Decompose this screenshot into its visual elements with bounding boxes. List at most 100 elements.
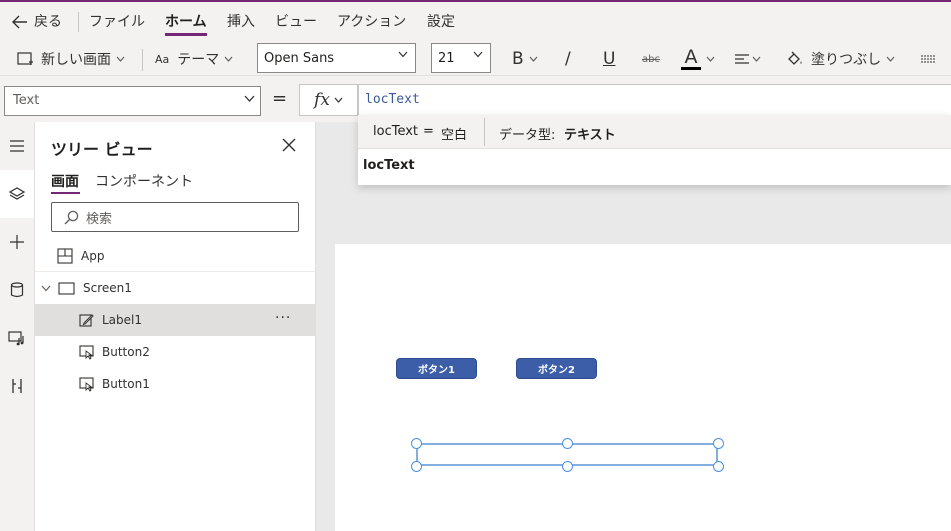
resize-handle-top-left[interactable] (411, 438, 422, 449)
hamburger-menu-button[interactable] (0, 122, 34, 170)
font-size-dropdown[interactable]: 21 (431, 43, 491, 73)
chevron-down-icon (706, 56, 715, 62)
resize-handle-bottom[interactable] (562, 461, 573, 472)
paint-bucket-icon (786, 51, 803, 67)
tree-item-label: Label1 (102, 313, 143, 327)
intellisense-popup: locText = 空白 データ型: テキスト locText (358, 115, 951, 185)
ribbon-toolbar: 新しい画面 Aa テーマ Open Sans 21 B / U abc A 塗り… (0, 42, 951, 76)
tab-components[interactable]: コンポーネント (95, 171, 193, 191)
app-button-2[interactable]: ボタン2 (516, 358, 597, 379)
back-label: 戻る (34, 14, 62, 30)
media-rail-button[interactable] (0, 314, 34, 362)
border-icon (920, 53, 936, 65)
font-color-button[interactable]: A (681, 42, 715, 76)
tree-item-label: App (81, 248, 105, 263)
theme-button[interactable]: Aa テーマ (155, 42, 233, 76)
menu-bar: 戻る ファイル ホーム 挿入 ビュー アクション 設定 (0, 0, 951, 42)
ribbon-divider (142, 49, 143, 71)
app-button-1[interactable]: ボタン1 (396, 358, 477, 379)
property-dropdown[interactable]: Text (4, 86, 261, 116)
tree-item-label: Button1 (102, 377, 150, 391)
search-input[interactable]: 検索 (51, 202, 299, 232)
underline-icon: U (603, 49, 616, 69)
fill-button[interactable]: 塗りつぶし (786, 42, 895, 76)
tab-screens[interactable]: 画面 (51, 171, 79, 191)
app-icon (57, 247, 73, 264)
close-icon (282, 138, 296, 152)
screen-icon (58, 281, 75, 295)
search-icon (64, 210, 79, 225)
left-rail (0, 122, 35, 531)
active-tab-indicator (165, 33, 207, 36)
chevron-down-icon (752, 56, 761, 62)
chevron-down-icon (398, 51, 408, 58)
property-value: Text (13, 93, 40, 108)
menu-view[interactable]: ビュー (275, 2, 317, 42)
resize-handle-top[interactable] (562, 438, 573, 449)
theme-icon: Aa (155, 52, 170, 66)
menu-insert[interactable]: 挿入 (227, 2, 255, 42)
font-family-dropdown[interactable]: Open Sans (257, 43, 416, 73)
result-variable: locText (373, 124, 419, 139)
data-rail-button[interactable] (0, 266, 34, 314)
advanced-tools-rail-button[interactable] (0, 362, 34, 410)
layers-icon (9, 186, 25, 202)
chevron-down-icon (886, 56, 895, 62)
menu-action[interactable]: アクション (337, 2, 406, 42)
fx-icon: fx (314, 90, 330, 110)
chevron-down-icon (244, 95, 255, 102)
fx-button[interactable]: fx (299, 84, 358, 116)
new-screen-label: 新しい画面 (41, 52, 111, 68)
data-type-label: データ型: (499, 128, 556, 143)
suggestion-item[interactable]: locText (363, 158, 415, 173)
menu-file[interactable]: ファイル (89, 2, 145, 42)
resize-handle-bottom-right[interactable] (713, 461, 724, 472)
button-icon (79, 344, 94, 360)
insert-rail-button[interactable] (0, 218, 34, 266)
bold-icon: B (512, 49, 524, 69)
tree-item-screen1[interactable]: Screen1 (35, 272, 315, 304)
data-type-value: テキスト (564, 128, 616, 143)
chevron-down-icon (529, 56, 538, 62)
plus-icon (9, 234, 25, 250)
tree-view-rail-button[interactable] (0, 170, 34, 218)
result-divider (484, 118, 485, 146)
label-edit-icon (79, 313, 94, 328)
chevron-down-icon (473, 51, 483, 58)
formula-text: locText (365, 92, 420, 107)
tree-view-title: ツリー ビュー (51, 140, 153, 159)
menu-home[interactable]: ホーム (165, 2, 207, 42)
fill-label: 塗りつぶし (811, 52, 882, 68)
screen-canvas[interactable] (335, 244, 951, 531)
font-color-icon: A (684, 46, 698, 68)
back-button[interactable]: 戻る (12, 2, 62, 42)
tree-view-panel: ツリー ビュー 画面 コンポーネント 検索 App Screen1 Label1 (35, 122, 316, 531)
tree-item-label: Screen1 (83, 281, 132, 295)
strikethrough-icon: abc (642, 53, 660, 65)
text-align-button[interactable] (734, 42, 761, 76)
tools-icon (10, 378, 24, 394)
close-button[interactable] (282, 138, 296, 152)
border-button[interactable] (920, 42, 936, 76)
resize-handle-bottom-left[interactable] (411, 461, 422, 472)
underline-button[interactable]: U (603, 42, 615, 76)
menu-settings[interactable]: 設定 (427, 2, 455, 42)
more-options-icon[interactable]: ··· (275, 310, 291, 326)
tree-item-app[interactable]: App (35, 240, 315, 272)
tree-item-button1[interactable]: Button1 (35, 368, 315, 400)
tree-item-label1[interactable]: Label1 ··· (35, 304, 315, 336)
chevron-down-icon (224, 56, 233, 62)
strikethrough-button[interactable]: abc (642, 42, 660, 76)
equals-sign: = (272, 88, 288, 109)
tree-item-button2[interactable]: Button2 (35, 336, 315, 368)
resize-handle-top-right[interactable] (713, 438, 724, 449)
chevron-down-icon (116, 56, 125, 62)
new-screen-button[interactable]: 新しい画面 (17, 42, 125, 76)
database-icon (10, 282, 24, 298)
result-equals: = (423, 124, 434, 139)
bold-button[interactable]: B (512, 42, 538, 76)
active-tab-indicator (51, 192, 80, 194)
italic-button[interactable]: / (565, 42, 571, 76)
formula-input[interactable]: locText (358, 84, 951, 116)
align-left-icon (734, 53, 750, 66)
